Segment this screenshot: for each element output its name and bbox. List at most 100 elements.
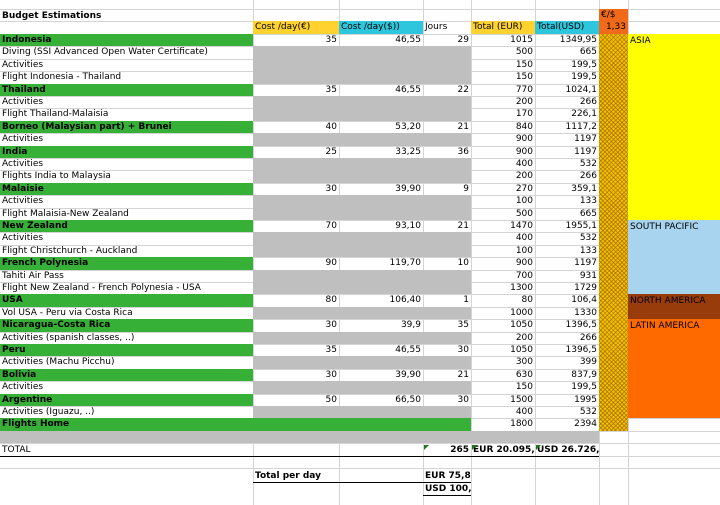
cost-usd-cell[interactable]: 106,40 bbox=[339, 294, 423, 306]
empty-cell[interactable] bbox=[423, 207, 471, 220]
empty-cell[interactable] bbox=[423, 195, 471, 208]
cost-usd-cell[interactable]: 46,55 bbox=[339, 34, 423, 46]
total-usd-cell[interactable]: 1024,1 bbox=[535, 84, 599, 96]
country-label[interactable]: Nicaragua-Costa Rica bbox=[0, 319, 253, 332]
total-eur-cell[interactable]: 400 bbox=[471, 406, 535, 418]
total-eur-cell[interactable]: 400 bbox=[471, 232, 535, 244]
days-cell[interactable]: 35 bbox=[423, 319, 471, 331]
cost-eur-cell[interactable]: 30 bbox=[253, 183, 339, 195]
empty-cell[interactable] bbox=[253, 71, 339, 84]
per-day-label[interactable]: Total per day bbox=[253, 470, 423, 483]
total-eur-cell[interactable]: 170 bbox=[471, 108, 535, 120]
empty-cell[interactable] bbox=[423, 418, 471, 431]
total-eur-cell[interactable]: 770 bbox=[471, 84, 535, 96]
expense-label[interactable]: Activities (Machu Picchu) bbox=[0, 356, 253, 368]
empty-cell[interactable] bbox=[0, 430, 253, 444]
total-eur-cell[interactable]: 840 bbox=[471, 121, 535, 133]
empty-cell[interactable] bbox=[339, 207, 423, 220]
cost-eur-cell[interactable]: 30 bbox=[253, 369, 339, 381]
empty-cell[interactable] bbox=[253, 133, 339, 146]
empty-cell[interactable] bbox=[423, 269, 471, 282]
empty-cell[interactable] bbox=[423, 133, 471, 146]
days-cell[interactable]: 22 bbox=[423, 84, 471, 96]
empty-cell[interactable] bbox=[253, 406, 339, 419]
empty-cell[interactable] bbox=[423, 430, 471, 444]
total-usd-cell[interactable]: 266 bbox=[535, 170, 599, 182]
days-cell[interactable]: 36 bbox=[423, 146, 471, 158]
country-label[interactable]: Bolivia bbox=[0, 368, 253, 382]
total-eur-cell[interactable]: 1300 bbox=[471, 282, 535, 294]
total-eur-cell[interactable]: 150 bbox=[471, 59, 535, 71]
total-usd-cell[interactable]: 1955,1 bbox=[535, 220, 599, 232]
days-cell[interactable]: 30 bbox=[423, 394, 471, 406]
total-usd-cell[interactable]: 1396,5 bbox=[535, 344, 599, 356]
country-label[interactable]: Thailand bbox=[0, 83, 253, 96]
empty-cell[interactable] bbox=[423, 406, 471, 419]
empty-cell[interactable] bbox=[339, 430, 423, 444]
total-usd-cell[interactable]: 837,9 bbox=[535, 369, 599, 381]
total-eur-cell[interactable]: 900 bbox=[471, 257, 535, 269]
cost-eur-cell[interactable]: 40 bbox=[253, 121, 339, 133]
empty-cell[interactable] bbox=[253, 96, 339, 109]
total-eur-cell[interactable]: 150 bbox=[471, 381, 535, 393]
total-eur[interactable]: EUR 20.095,00 bbox=[471, 444, 535, 458]
total-usd-cell[interactable]: 532 bbox=[535, 406, 599, 418]
expense-label[interactable]: Diving (SSI Advanced Open Water Certific… bbox=[0, 46, 253, 58]
total-usd-cell[interactable]: 665 bbox=[535, 208, 599, 220]
empty-cell[interactable] bbox=[339, 444, 423, 458]
empty-cell[interactable] bbox=[339, 195, 423, 208]
empty-cell[interactable] bbox=[339, 46, 423, 59]
total-usd-cell[interactable]: 1197 bbox=[535, 133, 599, 145]
empty-cell[interactable] bbox=[253, 244, 339, 258]
empty-cell[interactable] bbox=[339, 418, 423, 431]
expense-label[interactable]: Activities bbox=[0, 381, 253, 393]
empty-cell[interactable] bbox=[253, 58, 339, 72]
total-eur-cell[interactable]: 1470 bbox=[471, 220, 535, 232]
cost-usd-cell[interactable]: 39,90 bbox=[339, 183, 423, 195]
expense-label[interactable]: Activities bbox=[0, 133, 253, 145]
cost-usd-cell[interactable]: 93,10 bbox=[339, 220, 423, 232]
empty-cell[interactable] bbox=[423, 306, 471, 320]
total-usd-cell[interactable]: 1197 bbox=[535, 257, 599, 269]
total-usd-cell[interactable]: 1117,2 bbox=[535, 121, 599, 133]
total-eur-cell[interactable]: 900 bbox=[471, 146, 535, 158]
total-usd-cell[interactable]: 266 bbox=[535, 332, 599, 344]
empty-cell[interactable] bbox=[253, 306, 339, 320]
expense-label[interactable]: Vol USA - Peru via Costa Rica bbox=[0, 307, 253, 319]
empty-cell[interactable] bbox=[423, 356, 471, 369]
total-eur-cell[interactable]: 1050 bbox=[471, 344, 535, 356]
empty-cell[interactable] bbox=[253, 282, 339, 295]
empty-cell[interactable] bbox=[339, 406, 423, 419]
empty-cell[interactable] bbox=[253, 46, 339, 59]
empty-cell[interactable] bbox=[339, 96, 423, 109]
total-usd-cell[interactable]: 199,5 bbox=[535, 381, 599, 393]
expense-label[interactable]: Activities bbox=[0, 59, 253, 71]
total-usd-cell[interactable]: 1349,95 bbox=[535, 34, 599, 46]
cost-eur-cell[interactable]: 35 bbox=[253, 84, 339, 96]
empty-cell[interactable] bbox=[423, 58, 471, 72]
expense-label[interactable]: Activities bbox=[0, 158, 253, 170]
expense-label[interactable]: Flight Thailand-Malaisia bbox=[0, 108, 253, 120]
cost-eur-cell[interactable]: 35 bbox=[253, 344, 339, 356]
expense-label[interactable]: Tahiti Air Pass bbox=[0, 270, 253, 282]
empty-cell[interactable] bbox=[423, 244, 471, 258]
cost-usd-cell[interactable]: 39,90 bbox=[339, 369, 423, 381]
days-cell[interactable]: 9 bbox=[423, 183, 471, 195]
empty-cell[interactable] bbox=[253, 356, 339, 369]
empty-cell[interactable] bbox=[253, 158, 339, 171]
days-cell[interactable]: 21 bbox=[423, 121, 471, 133]
days-cell[interactable]: 10 bbox=[423, 257, 471, 269]
country-label[interactable]: New Zealand bbox=[0, 220, 253, 233]
total-usd-cell[interactable]: 1396,5 bbox=[535, 319, 599, 331]
total-eur-cell[interactable]: 100 bbox=[471, 245, 535, 257]
expense-label[interactable]: Flight Christchurch - Auckland bbox=[0, 245, 253, 257]
total-eur-cell[interactable]: 100 bbox=[471, 195, 535, 207]
total-label[interactable]: TOTAL bbox=[0, 444, 253, 458]
country-label[interactable]: French Polynesia bbox=[0, 257, 253, 270]
empty-cell[interactable] bbox=[339, 170, 423, 183]
cost-eur-cell[interactable]: 50 bbox=[253, 394, 339, 406]
total-usd-cell[interactable]: 226,1 bbox=[535, 108, 599, 120]
empty-cell[interactable] bbox=[253, 195, 339, 208]
empty-cell[interactable] bbox=[339, 269, 423, 282]
total-eur-cell[interactable]: 400 bbox=[471, 158, 535, 170]
